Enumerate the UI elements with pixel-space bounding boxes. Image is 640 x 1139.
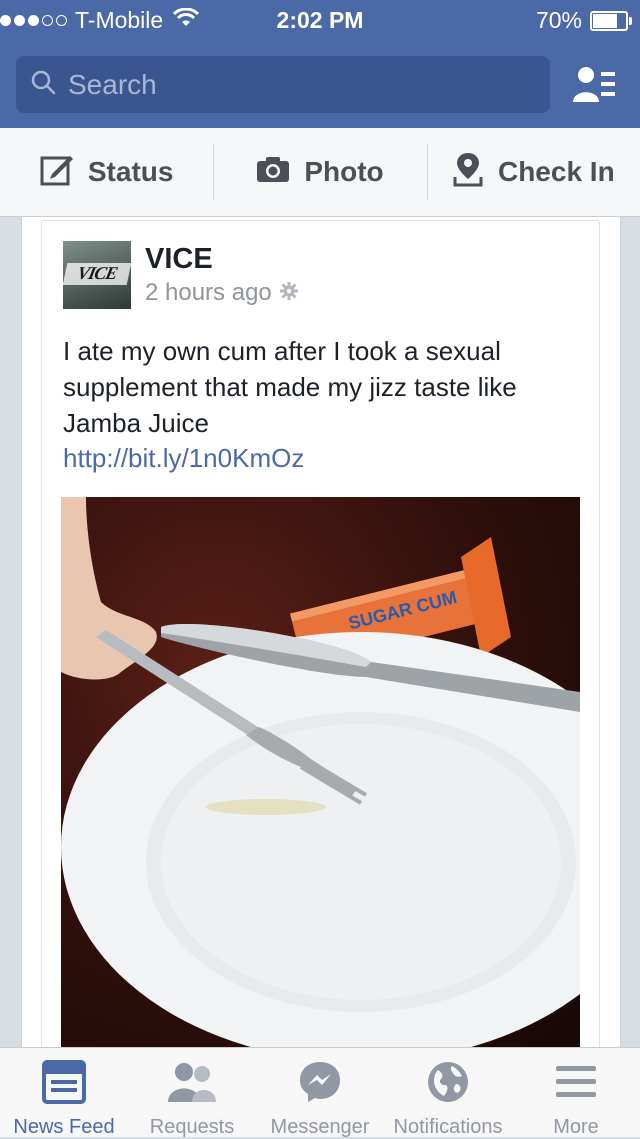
photo-label: Photo — [304, 156, 384, 187]
battery-percent: 70% — [535, 7, 582, 33]
gear-icon — [279, 279, 298, 307]
friends-list-icon — [570, 67, 618, 114]
pencil-icon — [40, 152, 74, 193]
tab-bar: News Feed Requests Messenger Notificatio… — [0, 1047, 640, 1138]
requests-icon — [166, 1060, 218, 1110]
status-button[interactable]: Status — [0, 128, 213, 216]
messenger-icon — [298, 1060, 342, 1110]
tab-more[interactable]: More — [512, 1048, 640, 1138]
news-feed[interactable]: VICE VICE 2 hours ago I ate my own cum a… — [21, 217, 621, 1047]
vice-logo: VICE — [63, 263, 131, 285]
check-in-label: Check In — [497, 156, 615, 187]
plate-with-fork-and-knife-image: SUGAR CUM — [61, 497, 580, 1047]
search-icon — [30, 69, 56, 100]
location-pin-icon — [452, 151, 484, 194]
status-bar: T-Mobile 2:02 PM 70% — [0, 0, 640, 40]
globe-icon — [426, 1060, 470, 1110]
post-author[interactable]: VICE — [145, 243, 213, 276]
search-input[interactable] — [66, 67, 510, 102]
post-timestamp[interactable]: 2 hours ago — [145, 279, 298, 307]
search-bar[interactable] — [16, 56, 550, 113]
check-in-button[interactable]: Check In — [426, 128, 640, 216]
post-message: I ate my own cum after I took a sexual s… — [63, 336, 517, 438]
tab-notifications[interactable]: Notifications — [384, 1048, 512, 1138]
tab-news-feed[interactable]: News Feed — [0, 1048, 128, 1138]
news-feed-icon — [42, 1060, 86, 1110]
camera-icon — [256, 155, 290, 190]
composer-bar: Status Photo Check In — [0, 128, 640, 217]
tab-messenger[interactable]: Messenger — [256, 1048, 384, 1138]
status-label: Status — [87, 156, 174, 187]
tab-requests[interactable]: Requests — [128, 1048, 256, 1138]
menu-icon — [554, 1060, 598, 1110]
feed-post: VICE VICE 2 hours ago I ate my own cum a… — [41, 220, 600, 1047]
friends-list-button[interactable] — [570, 62, 618, 110]
page-avatar[interactable]: VICE — [63, 241, 131, 309]
photo-button[interactable]: Photo — [213, 128, 426, 216]
post-time-label: 2 hours ago — [145, 279, 272, 306]
post-link[interactable]: http://bit.ly/1n0KmOz — [63, 443, 304, 474]
battery-icon — [590, 10, 632, 31]
post-photo[interactable]: SUGAR CUM — [61, 497, 580, 1047]
top-bar: T-Mobile 2:02 PM 70% — [0, 0, 640, 128]
